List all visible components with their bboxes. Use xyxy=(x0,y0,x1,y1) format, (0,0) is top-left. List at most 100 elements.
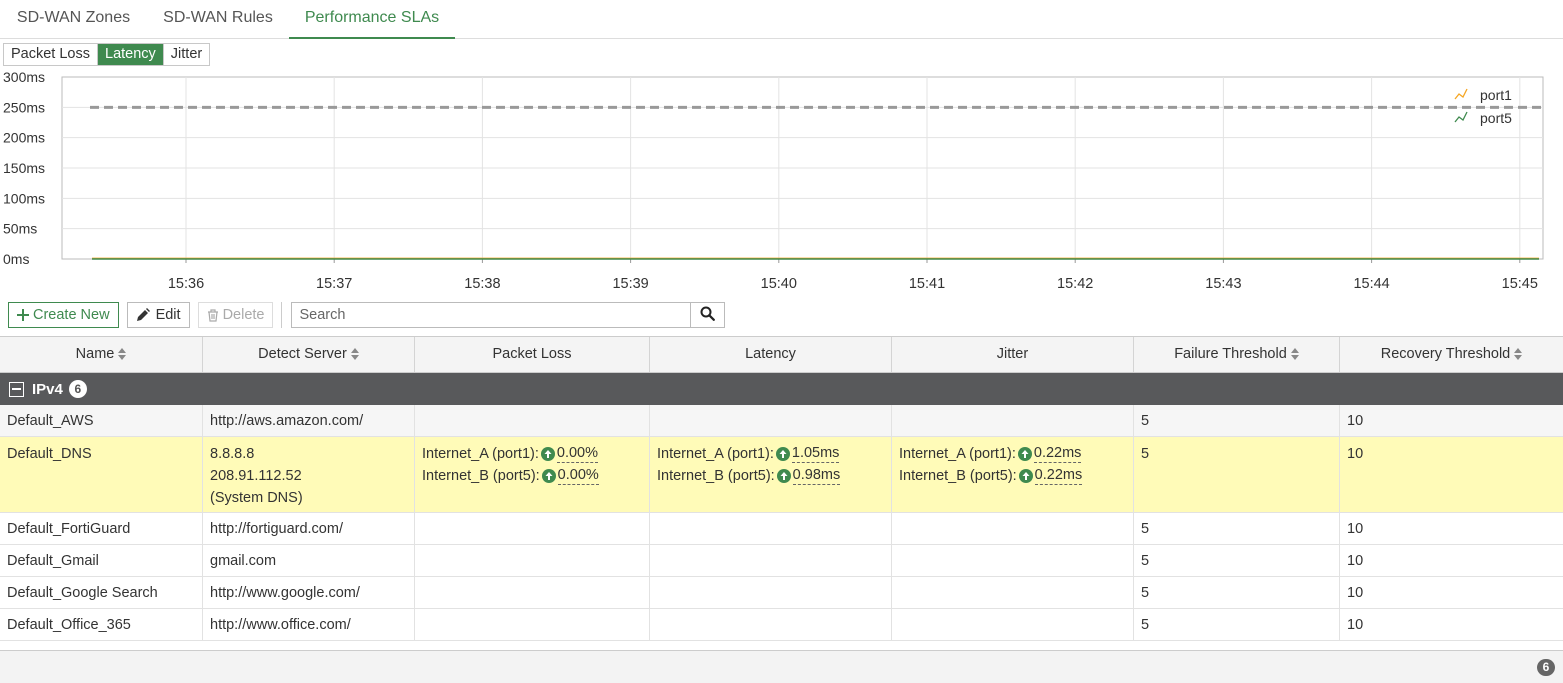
arrow-up-icon xyxy=(541,469,556,483)
cell-packet-loss xyxy=(415,545,650,576)
detect-server-value: gmail.com xyxy=(210,553,277,569)
cell-name: Default_Google Search xyxy=(0,577,203,608)
cell-jitter: Internet_A (port1): 0.22ms Internet_B (por… xyxy=(892,437,1134,512)
cell-detect-server: http://www.google.com/ xyxy=(203,577,415,608)
y-tick-label: 200ms xyxy=(3,130,45,146)
metric-tab-latency[interactable]: Latency xyxy=(98,44,164,65)
header-latency[interactable]: Latency xyxy=(650,337,892,372)
cell-name: Default_Office_365 xyxy=(0,609,203,640)
search-icon xyxy=(700,306,716,325)
table-row[interactable]: Default_FortiGuard http://fortiguard.com/… xyxy=(0,513,1563,545)
y-tick-label: 150ms xyxy=(3,160,45,176)
recovery-threshold-value: 10 xyxy=(1347,617,1364,633)
cell-jitter xyxy=(892,513,1134,544)
failure-threshold-value: 5 xyxy=(1141,446,1150,462)
tab-sd-wan-rules[interactable]: SD-WAN Rules xyxy=(147,0,289,39)
metric-value[interactable]: 0.98ms xyxy=(792,467,841,485)
arrow-up-icon xyxy=(540,447,555,461)
cell-recovery-threshold: 10 xyxy=(1340,405,1563,436)
cell-packet-loss: Internet_A (port1): 0.00% Internet_B (port… xyxy=(415,437,650,512)
interface-label: Internet_B (port5): xyxy=(657,468,775,484)
recovery-threshold-value: 10 xyxy=(1347,446,1364,462)
table-row[interactable]: Default_AWS http://aws.amazon.com/5 10 xyxy=(0,405,1563,437)
search-button[interactable] xyxy=(691,302,726,328)
create-new-button[interactable]: Create New xyxy=(8,302,119,328)
sort-icon xyxy=(350,347,359,361)
tab-sd-wan-zones[interactable]: SD-WAN Zones xyxy=(0,0,147,39)
legend-label: port1 xyxy=(1480,87,1512,103)
status-line: Internet_B (port5): 0.00% xyxy=(422,465,642,487)
cell-detect-server: gmail.com xyxy=(203,545,415,576)
status-line: Internet_A (port1): 0.22ms xyxy=(899,443,1126,465)
header-jitter[interactable]: Jitter xyxy=(892,337,1134,372)
group-label: IPv4 xyxy=(32,380,63,398)
delete-label: Delete xyxy=(222,307,265,323)
failure-threshold-value: 5 xyxy=(1141,617,1150,633)
cell-failure-threshold: 5 xyxy=(1134,545,1340,576)
metric-value[interactable]: 0.22ms xyxy=(1033,445,1082,463)
y-tick-label: 0ms xyxy=(3,251,29,267)
search-input[interactable] xyxy=(291,302,692,328)
y-tick-label: 250ms xyxy=(3,99,45,115)
x-tick-label: 15:36 xyxy=(168,276,204,292)
header-name[interactable]: Name xyxy=(0,337,203,372)
table-row[interactable]: Default_Google Search http://www.google.c… xyxy=(0,577,1563,609)
cell-recovery-threshold: 10 xyxy=(1340,609,1563,640)
row-name: Default_AWS xyxy=(7,413,94,429)
cell-latency xyxy=(650,609,892,640)
cell-latency xyxy=(650,545,892,576)
sla-table: Name Detect Server Packet Loss Latency J… xyxy=(0,336,1563,641)
table-row[interactable]: Default_Gmail gmail.com 5 10 xyxy=(0,545,1563,577)
failure-threshold-value: 5 xyxy=(1141,413,1150,429)
detect-server-value: 208.91.112.52 xyxy=(210,468,302,484)
cell-packet-loss xyxy=(415,609,650,640)
metric-tab-jitter[interactable]: Jitter xyxy=(163,44,210,65)
trash-icon xyxy=(207,308,219,322)
metric-value[interactable]: 1.05ms xyxy=(791,445,840,463)
header-name-label: Name xyxy=(75,346,115,362)
x-tick-label: 15:39 xyxy=(612,276,648,292)
header-detect-server[interactable]: Detect Server xyxy=(203,337,415,372)
status-line: Internet_A (port1): 1.05ms xyxy=(657,443,884,465)
table-row[interactable]: Default_Office_365 http://www.office.com/… xyxy=(0,609,1563,641)
metric-value[interactable]: 0.22ms xyxy=(1034,467,1083,485)
metric-value[interactable]: 0.00% xyxy=(557,467,599,485)
header-latency-label: Latency xyxy=(745,346,796,362)
collapse-icon[interactable] xyxy=(9,381,24,397)
detect-server-value: http://www.office.com/ xyxy=(210,617,351,633)
cell-latency xyxy=(650,405,892,436)
header-detect-server-label: Detect Server xyxy=(258,346,347,362)
failure-threshold-value: 5 xyxy=(1141,585,1150,601)
header-failure-threshold[interactable]: Failure Threshold xyxy=(1134,337,1340,372)
x-tick-label: 15:44 xyxy=(1353,276,1389,292)
failure-threshold-value: 5 xyxy=(1141,521,1150,537)
row-name: Default_FortiGuard xyxy=(7,521,131,537)
delete-button[interactable]: Delete xyxy=(197,302,274,328)
status-line: Internet_B (port5): 0.98ms xyxy=(657,465,884,487)
table-row[interactable]: Default_DNS 8.8.8.8 208.91.112.52 (System D… xyxy=(0,437,1563,513)
cell-recovery-threshold: 10 xyxy=(1340,513,1563,544)
cell-latency: Internet_A (port1): 1.05ms Internet_B (por… xyxy=(650,437,892,512)
row-name: Default_Office_365 xyxy=(7,617,131,633)
legend-label: port5 xyxy=(1480,110,1512,126)
cell-detect-server: http://aws.amazon.com/ xyxy=(203,405,415,436)
header-packet-loss[interactable]: Packet Loss xyxy=(415,337,650,372)
group-count-badge: 6 xyxy=(68,380,87,398)
x-tick-label: 15:45 xyxy=(1502,276,1538,292)
table-header: Name Detect Server Packet Loss Latency J… xyxy=(0,336,1563,373)
y-tick-label: 300ms xyxy=(3,69,45,85)
group-row-ipv4: IPv4 6 xyxy=(0,373,1563,405)
x-tick-label: 15:37 xyxy=(316,276,352,292)
edit-button[interactable]: Edit xyxy=(126,302,190,328)
header-recovery-threshold[interactable]: Recovery Threshold xyxy=(1340,337,1563,372)
cell-failure-threshold: 5 xyxy=(1134,513,1340,544)
detect-server-value: (System DNS) xyxy=(210,490,303,506)
cell-latency xyxy=(650,513,892,544)
metric-tab-packet-loss[interactable]: Packet Loss xyxy=(4,44,98,65)
plus-icon xyxy=(17,309,29,321)
tab-performance-slas[interactable]: Performance SLAs xyxy=(289,0,455,39)
status-line: Internet_A (port1): 0.00% xyxy=(422,443,642,465)
recovery-threshold-value: 10 xyxy=(1347,585,1364,601)
y-tick-label: 50ms xyxy=(3,221,37,237)
metric-value[interactable]: 0.00% xyxy=(556,445,598,463)
